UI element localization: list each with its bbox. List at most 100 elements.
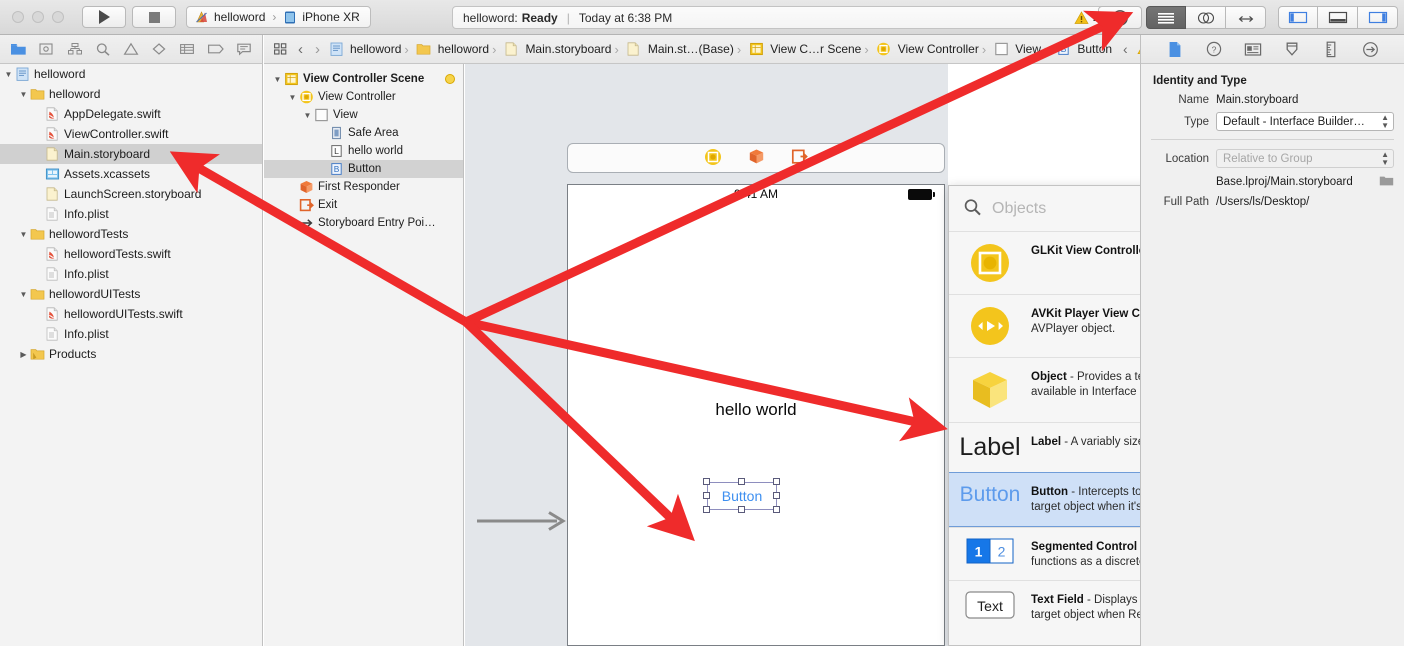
file-inspector-icon[interactable] <box>1165 40 1185 58</box>
test-navigator-icon[interactable] <box>149 40 169 58</box>
version-editor-button[interactable] <box>1226 6 1266 29</box>
navigator-item-helloworduitests-swift[interactable]: hellowordUITests.swift <box>0 304 262 324</box>
toggle-utilities-button[interactable] <box>1358 6 1398 29</box>
view-controller-icon[interactable] <box>704 148 722 169</box>
disclosure-triangle[interactable]: ▶ <box>18 350 29 359</box>
navigator-item-viewcontroller-swift[interactable]: ViewController.swift <box>0 124 262 144</box>
view-controller-preview[interactable]: 9:41 AM hello world Button <box>567 184 945 646</box>
stop-button[interactable] <box>132 6 176 28</box>
resize-handle-nw[interactable] <box>703 478 710 485</box>
symbol-navigator-icon[interactable] <box>65 40 85 58</box>
disclosure-triangle[interactable]: ▼ <box>18 290 29 299</box>
hello-world-label[interactable]: hello world <box>568 400 944 420</box>
resize-handle-se[interactable] <box>773 506 780 513</box>
quick-help-inspector-icon[interactable]: ? <box>1204 40 1224 58</box>
run-button[interactable] <box>82 6 126 28</box>
breadcrumb-item-view[interactable]: › View <box>979 42 1041 57</box>
outline-item-view-controller[interactable]: ▼ View Controller <box>264 88 463 106</box>
navigator-item-label: Assets.xcassets <box>64 167 151 181</box>
navigate-back-button[interactable]: ‹ <box>294 41 307 58</box>
disclosure-triangle[interactable]: ▼ <box>18 90 29 99</box>
navigator-item-helloword[interactable]: ▼ helloword <box>0 64 262 84</box>
outline-item-storyboard-entry-poi-[interactable]: Storyboard Entry Poi… <box>264 214 463 232</box>
navigator-item-main-storyboard[interactable]: Main.storyboard <box>0 144 262 164</box>
disclosure-triangle[interactable]: ▼ <box>3 70 14 79</box>
outline-item-view-controller-scene[interactable]: ▼ View Controller Scene <box>264 70 463 88</box>
disclosure-triangle[interactable]: ▼ <box>287 93 298 102</box>
navigator-item-assets-xcassets[interactable]: Assets.xcassets <box>0 164 262 184</box>
resize-handle-ne[interactable] <box>773 478 780 485</box>
navigate-forward-button[interactable]: › <box>311 41 324 58</box>
document-outline[interactable]: ▼ View Controller Scene ▼ View Controller ▼ V… <box>264 64 464 646</box>
attributes-inspector-icon[interactable] <box>1282 40 1302 58</box>
toggle-debug-area-button[interactable] <box>1318 6 1358 29</box>
outline-item-exit[interactable]: Exit <box>264 196 463 214</box>
breadcrumb-item-helloword[interactable]: › helloword <box>401 42 489 57</box>
type-select[interactable]: Default - Interface Builder… ▲ ▼ <box>1216 112 1394 131</box>
location-value: Relative to Group <box>1223 152 1313 165</box>
project-navigator-icon[interactable] <box>8 40 28 58</box>
toggle-navigator-button[interactable] <box>1278 6 1318 29</box>
breadcrumb-item-main-st-base-[interactable]: › Main.st…(Base) <box>611 42 733 57</box>
issue-navigator-icon[interactable] <box>121 40 141 58</box>
name-value[interactable]: Main.storyboard <box>1216 94 1298 106</box>
outline-item-view[interactable]: ▼ View <box>264 106 463 124</box>
scheme-separator-icon: › <box>272 10 277 24</box>
chevron-updown-icon: ▲ ▼ <box>1381 112 1389 130</box>
disclosure-triangle[interactable]: ▼ <box>18 230 29 239</box>
navigator-item-hellowordtests-swift[interactable]: hellowordTests.swift <box>0 244 262 264</box>
navigator-item-helloword[interactable]: ▼ helloword <box>0 84 262 104</box>
related-items-icon[interactable] <box>270 40 290 58</box>
breadcrumb-item-button[interactable]: › B Button <box>1041 42 1112 57</box>
navigator-item-products[interactable]: ▶ Products <box>0 344 262 364</box>
resize-handle-s[interactable] <box>738 506 745 513</box>
size-inspector-icon[interactable] <box>1321 40 1341 58</box>
location-select[interactable]: Relative to Group ▲ ▼ <box>1216 149 1394 168</box>
breakpoint-navigator-icon[interactable] <box>206 40 226 58</box>
previous-issue-button[interactable]: ‹ <box>1123 41 1128 57</box>
interface-builder-canvas[interactable]: 9:41 AM hello world Button <box>465 64 948 646</box>
button-selection[interactable]: Button <box>703 478 780 513</box>
outline-item-hello-world[interactable]: Lhello world <box>264 142 463 160</box>
section-header: Identity and Type <box>1153 75 1247 87</box>
breadcrumb-item-view-controller[interactable]: › View Controller <box>861 42 979 57</box>
resize-handle-w[interactable] <box>703 492 710 499</box>
status-warning-badge[interactable]: 2 <box>1074 10 1099 25</box>
outline-item-first-responder[interactable]: First Responder <box>264 178 463 196</box>
disclosure-triangle[interactable]: ▼ <box>302 111 313 120</box>
identity-inspector-icon[interactable] <box>1243 40 1263 58</box>
standard-editor-button[interactable] <box>1146 6 1186 29</box>
first-responder-icon[interactable] <box>748 148 765 168</box>
scheme-selector[interactable]: helloword › iPhone XR <box>186 6 371 28</box>
debug-navigator-icon[interactable] <box>177 40 197 58</box>
breadcrumb-item-main-storyboard[interactable]: › Main.storyboard <box>489 42 611 57</box>
resize-handle-n[interactable] <box>738 478 745 485</box>
scene-status-dot[interactable] <box>445 74 455 84</box>
exit-icon[interactable] <box>791 148 808 168</box>
navigator-item-helloworduitests[interactable]: ▼ hellowordUITests <box>0 284 262 304</box>
navigator-item-info-plist[interactable]: Info.plist <box>0 264 262 284</box>
connections-inspector-icon[interactable] <box>1360 40 1380 58</box>
outline-item-safe-area[interactable]: Safe Area <box>264 124 463 142</box>
zoom-window-button[interactable] <box>52 11 64 23</box>
navigator-item-launchscreen-storyboard[interactable]: LaunchScreen.storyboard <box>0 184 262 204</box>
choose-folder-icon[interactable] <box>1379 174 1394 190</box>
disclosure-triangle[interactable]: ▼ <box>272 75 283 84</box>
close-window-button[interactable] <box>12 11 24 23</box>
project-navigator[interactable]: ▼ helloword ▼ helloword AppDelegate.swift Vie… <box>0 64 263 646</box>
navigator-item-hellowordtests[interactable]: ▼ hellowordTests <box>0 224 262 244</box>
navigator-item-info-plist[interactable]: Info.plist <box>0 324 262 344</box>
assistant-editor-button[interactable] <box>1186 6 1226 29</box>
navigator-item-appdelegate-swift[interactable]: AppDelegate.swift <box>0 104 262 124</box>
library-toggle-button[interactable] <box>1098 6 1142 29</box>
navigator-item-info-plist[interactable]: Info.plist <box>0 204 262 224</box>
outline-item-button[interactable]: B Button <box>264 160 463 178</box>
resize-handle-e[interactable] <box>773 492 780 499</box>
minimize-window-button[interactable] <box>32 11 44 23</box>
breadcrumb-item-view-c-r-scene[interactable]: › View C…r Scene <box>734 42 862 57</box>
find-navigator-icon[interactable] <box>93 40 113 58</box>
resize-handle-sw[interactable] <box>703 506 710 513</box>
breadcrumb-item-helloword[interactable]: helloword <box>328 42 401 57</box>
report-navigator-icon[interactable] <box>234 40 254 58</box>
source-control-navigator-icon[interactable] <box>36 40 56 58</box>
